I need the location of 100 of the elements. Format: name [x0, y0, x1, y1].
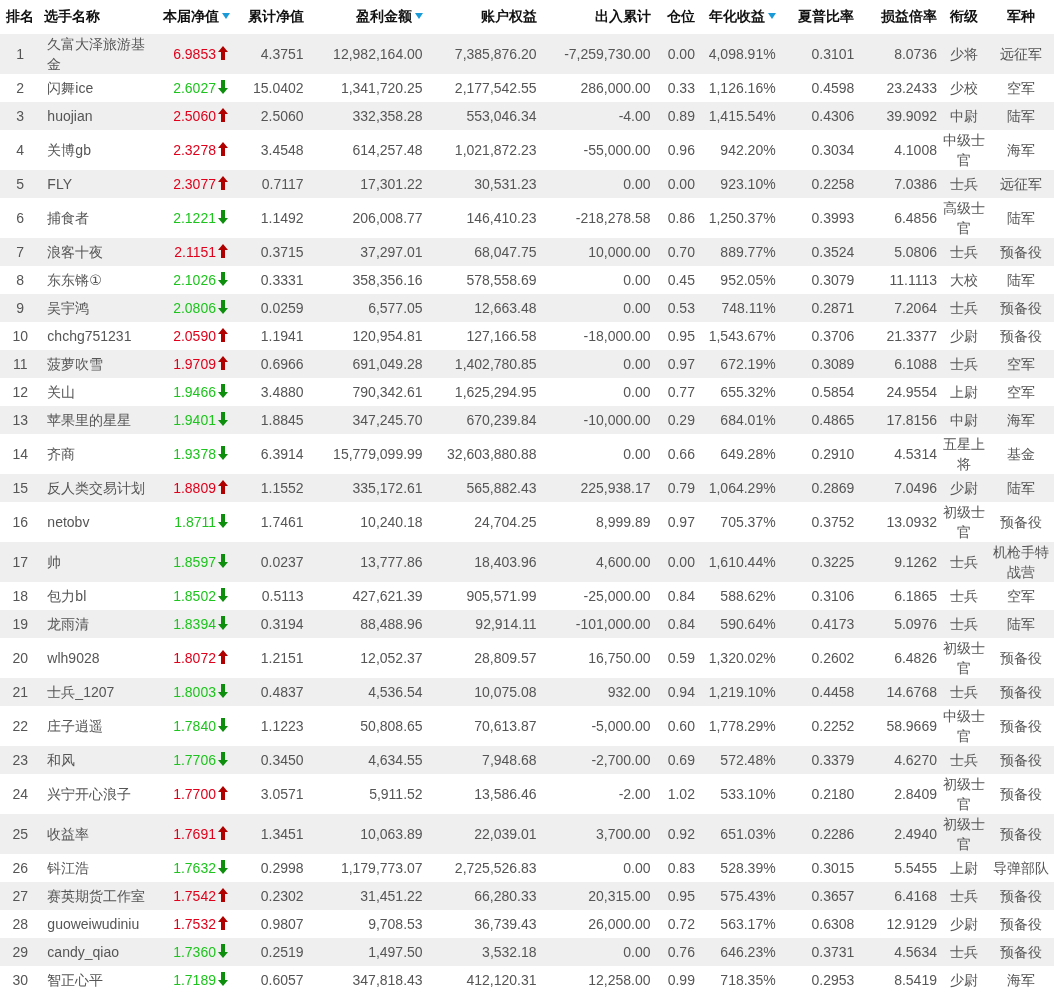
player-name[interactable]: huojian — [40, 102, 157, 130]
table-cell: 0.76 — [654, 938, 699, 966]
table-cell: 22,039.01 — [426, 814, 541, 854]
player-name[interactable]: 钭江浩 — [40, 854, 157, 882]
player-name[interactable]: 关山 — [40, 378, 157, 406]
player-name[interactable]: FLY — [40, 170, 157, 198]
player-name[interactable]: 东东锵① — [40, 266, 157, 294]
net-value: 1.8502 — [173, 588, 216, 604]
player-name[interactable]: 浪客十夜 — [40, 238, 157, 266]
column-header[interactable]: 损益倍率 — [858, 0, 941, 34]
player-name[interactable]: 帅 — [40, 542, 157, 582]
table-cell: 0.99 — [654, 966, 699, 994]
player-name[interactable]: 吴宇鸿 — [40, 294, 157, 322]
player-name[interactable]: 庄子逍遥 — [40, 706, 157, 746]
table-cell: 286,000.00 — [540, 74, 655, 102]
branch-cell: 基金 — [987, 434, 1054, 474]
net-value: 1.8711 — [174, 514, 216, 530]
player-name[interactable]: candy_qiao — [40, 938, 157, 966]
table-cell: 332,358.28 — [307, 102, 427, 130]
player-name[interactable]: 捕食者 — [40, 198, 157, 238]
column-header[interactable]: 仓位 — [654, 0, 699, 34]
branch-cell: 空军 — [987, 350, 1054, 378]
player-name[interactable]: 收益率 — [40, 814, 157, 854]
table-cell: -218,278.58 — [540, 198, 655, 238]
rank-cell: 1 — [0, 34, 41, 74]
rank-cell: 7 — [0, 238, 41, 266]
player-name[interactable]: 和风 — [40, 746, 157, 774]
table-cell: 0.77 — [654, 378, 699, 406]
player-name[interactable]: 士兵_1207 — [40, 678, 157, 706]
column-header[interactable]: 军种 — [987, 0, 1054, 34]
table-cell: 5.0976 — [858, 610, 941, 638]
net-value: 1.8072 — [173, 650, 216, 666]
player-name[interactable]: guoweiwudiniu — [40, 910, 157, 938]
branch-cell: 预备役 — [987, 774, 1054, 814]
table-cell: 6.3914 — [234, 434, 308, 474]
table-cell: 4.3751 — [234, 34, 308, 74]
rank-title-cell: 士兵 — [941, 610, 988, 638]
table-cell: 1.1223 — [234, 706, 308, 746]
table-cell: 1,250.37% — [698, 198, 780, 238]
column-header[interactable]: 账户权益 — [426, 0, 541, 34]
player-name[interactable]: wlh9028 — [40, 638, 157, 678]
player-name[interactable]: 兴宁开心浪子 — [40, 774, 157, 814]
player-name[interactable]: chchg751231 — [40, 322, 157, 350]
table-cell: 4,634.55 — [307, 746, 427, 774]
branch-cell: 陆军 — [987, 102, 1054, 130]
player-name[interactable]: 反人类交易计划 — [40, 474, 157, 502]
rank-cell: 12 — [0, 378, 41, 406]
table-cell: 0.3101 — [779, 34, 859, 74]
column-header[interactable]: 夏普比率 — [779, 0, 859, 34]
column-header[interactable]: 衔级 — [941, 0, 988, 34]
table-cell: 0.5854 — [779, 378, 859, 406]
player-name[interactable]: 菠萝吹雪 — [40, 350, 157, 378]
column-header[interactable]: 本届净值 — [156, 0, 234, 34]
table-cell: 6.4856 — [858, 198, 941, 238]
table-cell: 0.94 — [654, 678, 699, 706]
column-header[interactable]: 年化收益 — [698, 0, 780, 34]
rank-cell: 30 — [0, 966, 41, 994]
table-cell: 6,577.05 — [307, 294, 427, 322]
branch-cell: 海军 — [987, 406, 1054, 434]
player-name[interactable]: 关博gb — [40, 130, 157, 170]
table-cell: -25,000.00 — [540, 582, 655, 610]
player-name[interactable]: 久富大泽旅游基金 — [40, 34, 157, 74]
rank-title-cell: 五星上将 — [941, 434, 988, 474]
table-cell: 68,047.75 — [426, 238, 541, 266]
table-cell: 0.2258 — [779, 170, 859, 198]
table-cell: 26,000.00 — [540, 910, 655, 938]
player-name[interactable]: netobv — [40, 502, 157, 542]
branch-cell: 预备役 — [987, 638, 1054, 678]
branch-cell: 预备役 — [987, 938, 1054, 966]
player-name[interactable]: 苹果里的星星 — [40, 406, 157, 434]
table-cell: 16,750.00 — [540, 638, 655, 678]
column-header[interactable]: 累计净值 — [234, 0, 308, 34]
table-cell: 0.0259 — [234, 294, 308, 322]
branch-cell: 预备役 — [987, 322, 1054, 350]
player-name[interactable]: 龙雨清 — [40, 610, 157, 638]
branch-cell: 预备役 — [987, 678, 1054, 706]
rank-cell: 3 — [0, 102, 41, 130]
net-value: 2.0590 — [173, 328, 216, 344]
table-cell: 0.84 — [654, 610, 699, 638]
player-name[interactable]: 闪舞ice — [40, 74, 157, 102]
table-cell: 0.3752 — [779, 502, 859, 542]
player-name[interactable]: 包力bl — [40, 582, 157, 610]
table-cell: 50,808.65 — [307, 706, 427, 746]
table-cell: 0.9807 — [234, 910, 308, 938]
branch-cell: 空军 — [987, 378, 1054, 406]
rank-title-cell: 士兵 — [941, 746, 988, 774]
player-name[interactable]: 智正心平 — [40, 966, 157, 994]
net-value: 1.8394 — [173, 616, 216, 632]
table-cell: 0.3706 — [779, 322, 859, 350]
rank-title-cell: 初级士官 — [941, 638, 988, 678]
column-header[interactable]: 出入累计 — [540, 0, 655, 34]
table-cell: 588.62% — [698, 582, 780, 610]
player-name[interactable]: 赛英期货工作室 — [40, 882, 157, 910]
column-header[interactable]: 盈利金额 — [307, 0, 427, 34]
column-header[interactable]: 排名 — [0, 0, 41, 34]
player-name[interactable]: 齐商 — [40, 434, 157, 474]
column-header[interactable]: 选手名称 — [40, 0, 157, 34]
table-cell: 553,046.34 — [426, 102, 541, 130]
table-cell: 18,403.96 — [426, 542, 541, 582]
table-cell: 9,708.53 — [307, 910, 427, 938]
